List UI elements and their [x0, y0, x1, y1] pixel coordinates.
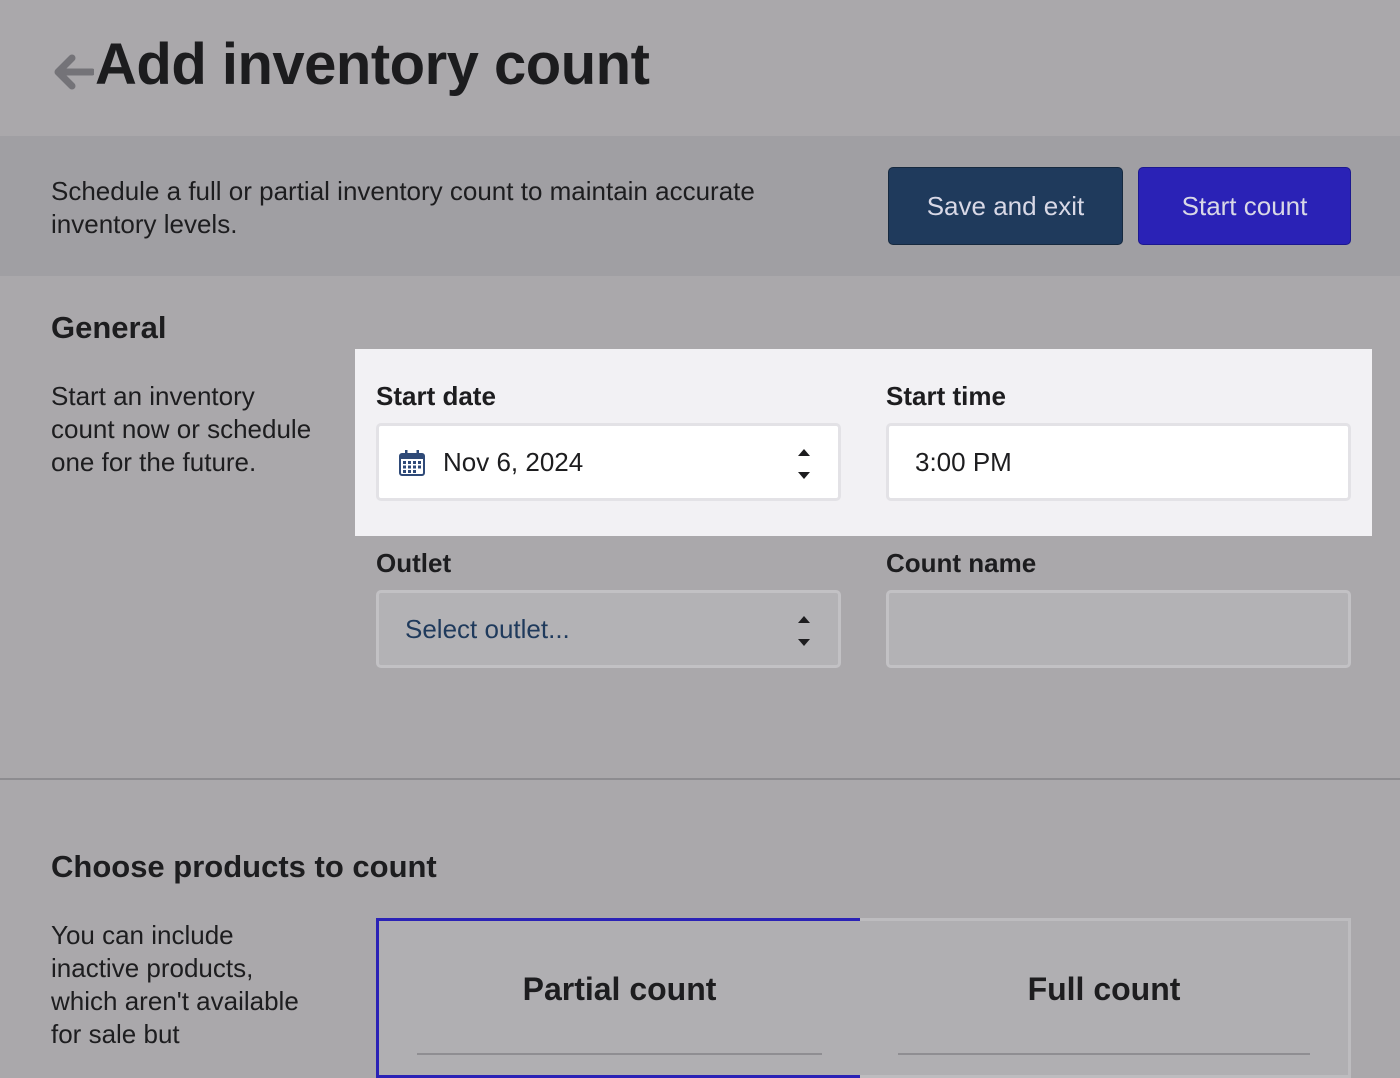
start-date-value: Nov 6, 2024: [443, 446, 584, 477]
start-time-field[interactable]: 3:00 PM: [886, 423, 1351, 501]
count-name-label: Count name: [886, 548, 1037, 578]
choose-products-title: Choose products to count: [51, 849, 437, 884]
count-name-input[interactable]: [886, 590, 1351, 668]
general-section-description: Start an inventory count now or schedule…: [51, 381, 312, 477]
page-title: Add inventory count: [95, 32, 650, 97]
start-date-label: Start date: [376, 381, 496, 411]
action-bar-description: Schedule a full or partial inventory cou…: [51, 176, 755, 239]
start-date-field[interactable]: Nov 6, 2024: [376, 423, 841, 501]
section-divider: [0, 778, 1400, 780]
calendar-icon: [399, 450, 425, 476]
choose-products-description: You can include inactive products, which…: [51, 920, 299, 1049]
start-count-button[interactable]: Start count: [1138, 167, 1351, 245]
outlet-label: Outlet: [376, 548, 452, 578]
outlet-placeholder: Select outlet...: [405, 613, 570, 644]
partial-count-option[interactable]: Partial count: [376, 918, 863, 1078]
card-divider: [898, 1053, 1310, 1055]
start-time-label: Start time: [886, 381, 1006, 411]
save-and-exit-button[interactable]: Save and exit: [888, 167, 1123, 245]
partial-count-label: Partial count: [522, 971, 717, 1007]
full-count-option[interactable]: Full count: [860, 918, 1351, 1078]
spinner-up-down-icon[interactable]: [794, 444, 814, 484]
full-count-label: Full count: [1027, 971, 1181, 1007]
card-divider: [417, 1053, 822, 1055]
start-time-value: 3:00 PM: [915, 446, 1012, 477]
outlet-select[interactable]: Select outlet...: [376, 590, 841, 668]
page-header: Add inventory count: [0, 0, 1400, 136]
select-chevron-icon: [798, 616, 810, 646]
back-arrow-icon[interactable]: [52, 50, 94, 94]
general-section-title: General: [51, 310, 167, 345]
